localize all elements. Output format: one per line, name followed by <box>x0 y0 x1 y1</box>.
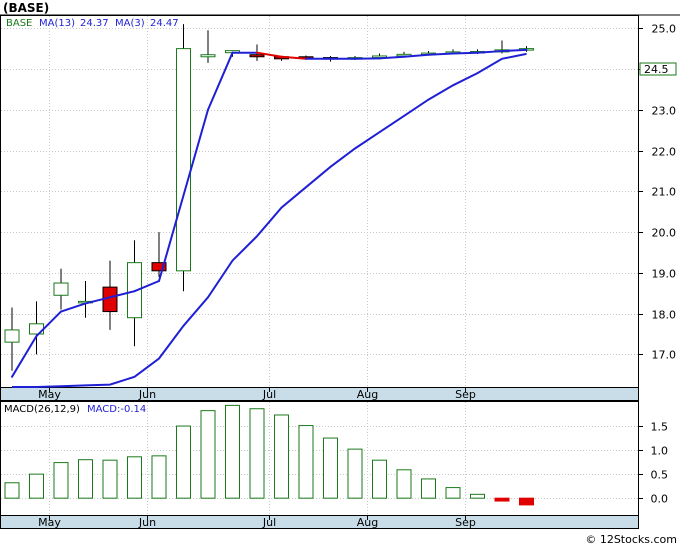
legend-symbol: BASE <box>6 18 32 29</box>
macd-bar <box>274 414 289 499</box>
macd-bar <box>396 469 412 499</box>
price-y-tick-label: 19.0 <box>652 268 677 281</box>
macd-bar <box>53 462 69 499</box>
ma3-segment <box>452 51 479 55</box>
macd-y-tick-label: 0.5 <box>651 469 669 482</box>
macd-bar <box>151 455 167 499</box>
legend-ma3-value: 24.47 <box>150 18 179 29</box>
macd-x-tick-label: Sep <box>455 516 476 529</box>
price-y-tick-label: 18.0 <box>652 309 677 322</box>
legend-ma13-label: MA(13) <box>39 18 75 29</box>
macd-bar <box>102 459 118 499</box>
last-price-label: 24.5 <box>644 63 669 76</box>
macd-bar <box>249 408 265 499</box>
macd-bar <box>494 497 510 502</box>
ma3-segment <box>501 48 528 53</box>
macd-bar <box>4 482 20 499</box>
legend-ma3-label: MA(3) <box>115 18 145 29</box>
candle <box>176 24 191 292</box>
legend-ma13-value: 24.37 <box>80 18 109 29</box>
macd-x-tick-label: May <box>38 516 61 529</box>
chart-title: (BASE) <box>3 1 49 15</box>
macd-bar <box>176 425 191 499</box>
macd-bar <box>127 456 142 499</box>
price-y-tick-label: 25.0 <box>652 23 677 36</box>
price-x-tick-label: Sep <box>455 388 476 401</box>
price-y-tick-label: 17.0 <box>652 349 677 362</box>
macd-y-tick-label: 1.5 <box>651 421 669 434</box>
macd-x-tick-label: Jun <box>138 516 156 529</box>
candle-body <box>4 329 20 343</box>
macd-bar <box>298 425 314 499</box>
price-x-axis-band <box>0 387 639 401</box>
price-y-tick-label: 23.0 <box>652 105 677 118</box>
macd-bar <box>372 459 387 499</box>
price-x-tick-label: Jul <box>262 388 276 401</box>
stock-chart: (BASE) 17.018.019.020.021.022.023.024.02… <box>0 1 680 546</box>
macd-x-tick-label: Aug <box>357 516 378 529</box>
macd-bar <box>445 487 461 499</box>
macd-legend: MACD(26,12,9) MACD:-0.14 <box>4 404 146 415</box>
candle-body <box>249 54 265 58</box>
macd-y-axis: 0.0 0.5 1.0 1.5 <box>638 421 668 506</box>
macd-y-tick-label: 1.0 <box>651 445 669 458</box>
candle-body <box>176 48 191 272</box>
macd-legend-value: MACD:-0.14 <box>87 404 146 415</box>
watermark: © 12Stocks.com <box>585 533 677 546</box>
ma3-segment <box>427 52 454 56</box>
price-y-tick-label: 21.0 <box>652 186 677 199</box>
macd-bar <box>78 459 93 499</box>
macd-bar <box>519 497 534 506</box>
price-x-tick-label: Jun <box>138 388 156 401</box>
price-legend: BASE MA(13) 24.37 MA(3) 24.47 <box>6 18 179 29</box>
macd-bar <box>421 478 436 499</box>
candle-body <box>200 54 216 58</box>
candle-body <box>53 282 69 296</box>
macd-bar <box>347 448 363 499</box>
macd-y-tick-label: 0.0 <box>651 493 669 506</box>
macd-bar <box>470 493 485 499</box>
last-price-tag: 24.5 <box>639 62 677 76</box>
macd-legend-label: MACD(26,12,9) <box>4 404 80 415</box>
macd-bar <box>225 404 240 499</box>
macd-bar <box>200 410 216 499</box>
price-panel <box>0 15 639 388</box>
macd-x-axis-band <box>0 515 639 529</box>
price-x-tick-label: Aug <box>357 388 378 401</box>
macd-x-tick-label: Jul <box>262 516 276 529</box>
price-x-tick-label: May <box>38 388 61 401</box>
macd-bar <box>323 437 338 499</box>
price-y-tick-label: 20.0 <box>652 227 677 240</box>
macd-bar <box>29 473 44 499</box>
price-y-tick-label: 22.0 <box>652 146 677 159</box>
